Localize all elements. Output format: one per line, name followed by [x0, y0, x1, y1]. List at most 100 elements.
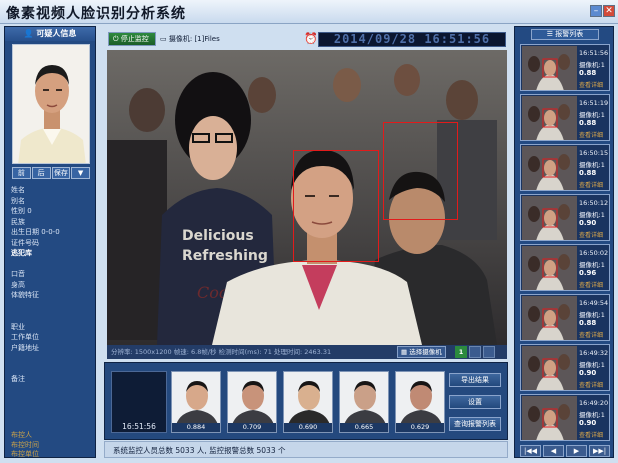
dropdown-button[interactable]: ▼: [71, 167, 90, 179]
suspect-field: 备注: [11, 374, 91, 385]
alarm-time: 16:49:32: [579, 349, 609, 357]
svg-text:Delicious: Delicious: [182, 228, 254, 244]
match-score: 0.709: [228, 423, 276, 432]
prev-button[interactable]: 前: [12, 167, 31, 179]
view-detail-link[interactable]: 查看详细: [579, 230, 603, 239]
suspect-fields: 姓名 别名 性别 0 民族 出生日期 0-0-0 证件号码 逃犯库 口音 身高 体貌特…: [11, 185, 91, 385]
layout-4-button[interactable]: [469, 346, 481, 358]
capture-thumbnail[interactable]: 0.665: [339, 371, 389, 433]
save-button[interactable]: 保存: [51, 167, 71, 179]
alarm-list-header: ☰ 报警列表: [531, 29, 599, 40]
capture-thumbnail[interactable]: 0.884: [171, 371, 221, 433]
alarm-camera: 摄像机:1: [579, 311, 605, 319]
alarm-time: 16:49:54: [579, 299, 609, 307]
list-icon: ☰: [546, 30, 554, 38]
monitor-count-status: 系统监控人员总数 5033 人, 监控报警总数 5033 个: [104, 441, 508, 458]
view-detail-link[interactable]: 查看详细: [579, 180, 603, 189]
alarm-snapshot: [522, 296, 577, 340]
last-page-button[interactable]: ▶▶|: [589, 445, 610, 457]
alarm-score: 0.90: [579, 419, 597, 427]
suspect-field: 民族: [11, 217, 91, 228]
close-button[interactable]: ✕: [603, 5, 615, 17]
field-label: 姓名: [11, 186, 25, 194]
alarm-score: 0.90: [579, 369, 597, 377]
view-detail-link[interactable]: 查看详细: [579, 130, 603, 139]
alarm-score: 0.88: [579, 319, 597, 327]
alarm-item[interactable]: 16:49:54 摄像机:1 0.88 查看详细: [520, 294, 610, 341]
first-page-button[interactable]: |◀◀: [520, 445, 541, 457]
suspect-info-panel: 👤 可疑人信息 前 后 保存 ▼ 姓名 别名 性别 0 民族 出生日期 0-0-0…: [4, 26, 96, 458]
alarm-camera: 摄像机:1: [579, 161, 605, 169]
alarm-score: 0.88: [579, 169, 597, 177]
suspect-field: [11, 364, 91, 375]
view-detail-link[interactable]: 查看详细: [579, 330, 603, 339]
deploy-unit-label: 布控单位: [11, 450, 39, 458]
alarm-camera: 摄像机:1: [579, 411, 605, 419]
alarm-item[interactable]: 16:49:32 摄像机:1 0.90 查看详细: [520, 344, 610, 391]
alarm-snapshot: [522, 146, 577, 190]
suspect-field: 户籍地址: [11, 343, 91, 354]
field-label: 身高: [11, 280, 25, 289]
suspect-field: 姓名: [11, 185, 91, 196]
capture-thumbnail[interactable]: 0.629: [395, 371, 445, 433]
view-detail-link[interactable]: 查看详细: [579, 380, 603, 389]
query-alarm-list-button[interactable]: 查询报警列表: [449, 417, 501, 431]
alarm-list-panel: ☰ 报警列表 16:51:56 摄像机:1 0.88 查看详细 16:51:19 摄像机:…: [514, 26, 614, 458]
alarm-time: 16:49:20: [579, 399, 609, 407]
suspect-info-header: 👤 可疑人信息: [5, 27, 95, 41]
deploy-person-label: 布控人: [11, 431, 32, 439]
alarm-item[interactable]: 16:49:20 摄像机:1 0.90 查看详细: [520, 394, 610, 441]
layout-1-button[interactable]: 1: [455, 346, 467, 358]
suspect-field: 逃犯库: [11, 248, 91, 259]
capture-thumbnail[interactable]: 0.690: [283, 371, 333, 433]
field-label: 户籍地址: [11, 343, 39, 352]
alarm-item[interactable]: 16:51:19 摄像机:1 0.88 查看详细: [520, 94, 610, 141]
suspect-field: [11, 353, 91, 364]
alarm-time: 16:51:19: [579, 99, 609, 107]
next-button[interactable]: 后: [31, 167, 51, 179]
match-score: 0.629: [396, 423, 444, 432]
field-label: 性别: [11, 207, 25, 215]
face-detection-box[interactable]: [293, 150, 379, 262]
suspect-field: 出生日期 0-0-0: [11, 227, 91, 238]
alarm-score: 0.96: [579, 269, 597, 277]
field-label: 备注: [11, 375, 25, 383]
view-detail-link[interactable]: 查看详细: [579, 280, 603, 289]
settings-button[interactable]: 设置: [449, 395, 501, 409]
field-value: 0-0-0: [41, 228, 60, 236]
alarm-item[interactable]: 16:50:02 摄像机:1 0.96 查看详细: [520, 244, 610, 291]
field-value: 0: [27, 207, 32, 215]
next-page-button[interactable]: ▶: [566, 445, 587, 457]
video-feed[interactable]: Delicious Refreshing Coca-Cola: [107, 50, 507, 345]
capture-thumbnail[interactable]: 0.709: [227, 371, 277, 433]
suspect-field: 别名: [11, 196, 91, 207]
view-detail-link[interactable]: 查看详细: [579, 430, 603, 439]
select-camera-button[interactable]: ▦ 选择摄像机: [397, 346, 446, 358]
suspect-photo: [12, 44, 90, 164]
field-label: 职业: [11, 322, 25, 331]
prev-page-button[interactable]: ◀: [543, 445, 564, 457]
alarm-time: 16:50:12: [579, 199, 609, 207]
alarm-item[interactable]: 16:51:56 摄像机:1 0.88 查看详细: [520, 44, 610, 91]
svg-text:Refreshing: Refreshing: [182, 248, 268, 264]
field-label: 别名: [11, 196, 25, 205]
view-detail-link[interactable]: 查看详细: [579, 80, 603, 89]
minimize-button[interactable]: –: [590, 5, 602, 17]
suspect-field: 身高: [11, 280, 91, 291]
layout-9-button[interactable]: [483, 346, 495, 358]
alarm-clock-icon: ⏰: [304, 32, 318, 45]
face-detection-box[interactable]: [383, 122, 458, 220]
suspect-field: 体貌特征: [11, 290, 91, 301]
field-label: 体貌特征: [11, 291, 39, 299]
alarm-camera: 摄像机:1: [579, 61, 605, 69]
suspect-field: 职业: [11, 322, 91, 333]
stop-monitor-button[interactable]: ⏻ 停止监控: [108, 32, 156, 46]
alarm-score: 0.88: [579, 69, 597, 77]
alarm-camera: 摄像机:1: [579, 211, 605, 219]
alarm-item[interactable]: 16:50:15 摄像机:1 0.88 查看详细: [520, 144, 610, 191]
alarm-item[interactable]: 16:50:12 摄像机:1 0.90 查看详细: [520, 194, 610, 241]
user-icon: 👤: [23, 29, 34, 38]
suspect-field: [11, 259, 91, 270]
export-results-button[interactable]: 导出结果: [449, 373, 501, 387]
alarm-snapshot: [522, 396, 577, 440]
